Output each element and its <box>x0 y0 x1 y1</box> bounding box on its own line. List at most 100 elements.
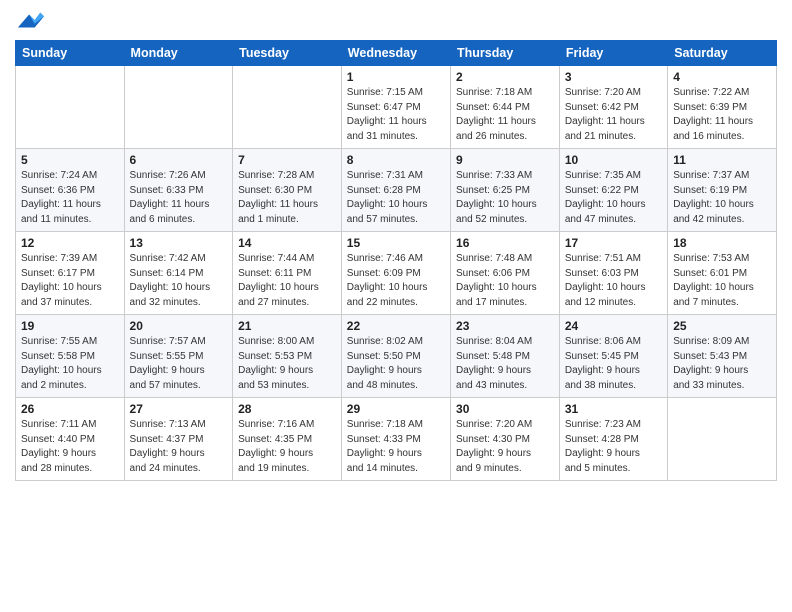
calendar-header-row: SundayMondayTuesdayWednesdayThursdayFrid… <box>16 41 777 66</box>
calendar-cell: 7 Sunrise: 7:28 AM Sunset: 6:30 PM Daylig… <box>233 149 342 232</box>
day-info: Sunrise: 7:20 AM Sunset: 4:30 PM Dayligh… <box>456 418 554 476</box>
calendar-cell <box>124 66 233 149</box>
calendar-cell: 26 Sunrise: 7:11 AM Sunset: 4:40 PM Dayli… <box>16 398 125 481</box>
day-number: 23 <box>456 319 554 333</box>
calendar-cell: 21 Sunrise: 8:00 AM Sunset: 5:53 PM Dayli… <box>233 315 342 398</box>
calendar-cell: 11 Sunrise: 7:37 AM Sunset: 6:19 PM Dayli… <box>668 149 777 232</box>
day-number: 11 <box>673 153 771 167</box>
day-number: 30 <box>456 402 554 416</box>
calendar-cell: 25Sunrise: 8:09 AM Sunset: 5:43 PM Dayli… <box>668 315 777 398</box>
day-info: Sunrise: 8:04 AM Sunset: 5:48 PM Dayligh… <box>456 335 554 393</box>
calendar-week-row: 12Sunrise: 7:39 AM Sunset: 6:17 PM Dayli… <box>16 232 777 315</box>
day-info: Sunrise: 7:44 AM Sunset: 6:11 PM Dayligh… <box>238 252 336 310</box>
calendar-cell: 16Sunrise: 7:48 AM Sunset: 6:06 PM Dayli… <box>451 232 560 315</box>
day-info: Sunrise: 7:53 AM Sunset: 6:01 PM Dayligh… <box>673 252 771 310</box>
calendar-cell: 5 Sunrise: 7:24 AM Sunset: 6:36 PM Daylig… <box>16 149 125 232</box>
day-info: Sunrise: 7:28 AM Sunset: 6:30 PM Dayligh… <box>238 169 336 227</box>
day-number: 3 <box>565 70 662 84</box>
day-number: 20 <box>130 319 228 333</box>
calendar-cell: 1 Sunrise: 7:15 AM Sunset: 6:47 PM Daylig… <box>341 66 450 149</box>
day-number: 14 <box>238 236 336 250</box>
logo-bird-icon <box>16 10 44 32</box>
day-of-week-header: Tuesday <box>233 41 342 66</box>
calendar-cell: 17 Sunrise: 7:51 AM Sunset: 6:03 PM Dayli… <box>559 232 667 315</box>
day-of-week-header: Saturday <box>668 41 777 66</box>
calendar-cell: 23 Sunrise: 8:04 AM Sunset: 5:48 PM Dayli… <box>451 315 560 398</box>
day-info: Sunrise: 7:55 AM Sunset: 5:58 PM Dayligh… <box>21 335 119 393</box>
day-of-week-header: Friday <box>559 41 667 66</box>
day-number: 31 <box>565 402 662 416</box>
day-info: Sunrise: 7:15 AM Sunset: 6:47 PM Dayligh… <box>347 86 445 144</box>
day-number: 28 <box>238 402 336 416</box>
day-info: Sunrise: 7:39 AM Sunset: 6:17 PM Dayligh… <box>21 252 119 310</box>
day-number: 21 <box>238 319 336 333</box>
day-of-week-header: Thursday <box>451 41 560 66</box>
day-info: Sunrise: 7:42 AM Sunset: 6:14 PM Dayligh… <box>130 252 228 310</box>
day-number: 5 <box>21 153 119 167</box>
logo <box>15 10 44 32</box>
day-number: 24 <box>565 319 662 333</box>
day-info: Sunrise: 7:18 AM Sunset: 4:33 PM Dayligh… <box>347 418 445 476</box>
day-number: 4 <box>673 70 771 84</box>
day-info: Sunrise: 7:51 AM Sunset: 6:03 PM Dayligh… <box>565 252 662 310</box>
calendar-cell: 19 Sunrise: 7:55 AM Sunset: 5:58 PM Dayli… <box>16 315 125 398</box>
calendar-cell: 27Sunrise: 7:13 AM Sunset: 4:37 PM Dayli… <box>124 398 233 481</box>
calendar-cell: 12Sunrise: 7:39 AM Sunset: 6:17 PM Dayli… <box>16 232 125 315</box>
day-info: Sunrise: 7:11 AM Sunset: 4:40 PM Dayligh… <box>21 418 119 476</box>
day-number: 27 <box>130 402 228 416</box>
calendar-cell: 2 Sunrise: 7:18 AM Sunset: 6:44 PM Daylig… <box>451 66 560 149</box>
calendar-cell: 28 Sunrise: 7:16 AM Sunset: 4:35 PM Dayli… <box>233 398 342 481</box>
day-number: 15 <box>347 236 445 250</box>
day-of-week-header: Wednesday <box>341 41 450 66</box>
day-number: 1 <box>347 70 445 84</box>
calendar-cell <box>668 398 777 481</box>
day-number: 2 <box>456 70 554 84</box>
day-info: Sunrise: 7:33 AM Sunset: 6:25 PM Dayligh… <box>456 169 554 227</box>
day-number: 13 <box>130 236 228 250</box>
day-number: 9 <box>456 153 554 167</box>
calendar-cell <box>16 66 125 149</box>
day-number: 22 <box>347 319 445 333</box>
calendar-cell: 8Sunrise: 7:31 AM Sunset: 6:28 PM Daylig… <box>341 149 450 232</box>
day-info: Sunrise: 7:18 AM Sunset: 6:44 PM Dayligh… <box>456 86 554 144</box>
day-number: 6 <box>130 153 228 167</box>
calendar-cell: 13 Sunrise: 7:42 AM Sunset: 6:14 PM Dayli… <box>124 232 233 315</box>
day-info: Sunrise: 7:46 AM Sunset: 6:09 PM Dayligh… <box>347 252 445 310</box>
day-number: 10 <box>565 153 662 167</box>
day-info: Sunrise: 7:37 AM Sunset: 6:19 PM Dayligh… <box>673 169 771 227</box>
calendar-cell: 29Sunrise: 7:18 AM Sunset: 4:33 PM Dayli… <box>341 398 450 481</box>
calendar-cell: 24 Sunrise: 8:06 AM Sunset: 5:45 PM Dayli… <box>559 315 667 398</box>
day-info: Sunrise: 7:57 AM Sunset: 5:55 PM Dayligh… <box>130 335 228 393</box>
calendar-cell: 31 Sunrise: 7:23 AM Sunset: 4:28 PM Dayli… <box>559 398 667 481</box>
day-number: 7 <box>238 153 336 167</box>
day-info: Sunrise: 7:24 AM Sunset: 6:36 PM Dayligh… <box>21 169 119 227</box>
day-info: Sunrise: 7:22 AM Sunset: 6:39 PM Dayligh… <box>673 86 771 144</box>
calendar-cell: 6Sunrise: 7:26 AM Sunset: 6:33 PM Daylig… <box>124 149 233 232</box>
calendar-cell: 10Sunrise: 7:35 AM Sunset: 6:22 PM Dayli… <box>559 149 667 232</box>
calendar-cell: 14 Sunrise: 7:44 AM Sunset: 6:11 PM Dayli… <box>233 232 342 315</box>
calendar-week-row: 19 Sunrise: 7:55 AM Sunset: 5:58 PM Dayli… <box>16 315 777 398</box>
calendar-cell: 3 Sunrise: 7:20 AM Sunset: 6:42 PM Daylig… <box>559 66 667 149</box>
calendar-week-row: 1 Sunrise: 7:15 AM Sunset: 6:47 PM Daylig… <box>16 66 777 149</box>
calendar-cell: 4 Sunrise: 7:22 AM Sunset: 6:39 PM Daylig… <box>668 66 777 149</box>
day-number: 26 <box>21 402 119 416</box>
day-number: 17 <box>565 236 662 250</box>
day-of-week-header: Sunday <box>16 41 125 66</box>
page: SundayMondayTuesdayWednesdayThursdayFrid… <box>0 0 792 612</box>
day-info: Sunrise: 7:16 AM Sunset: 4:35 PM Dayligh… <box>238 418 336 476</box>
day-info: Sunrise: 7:31 AM Sunset: 6:28 PM Dayligh… <box>347 169 445 227</box>
day-number: 16 <box>456 236 554 250</box>
day-number: 19 <box>21 319 119 333</box>
calendar-cell: 30 Sunrise: 7:20 AM Sunset: 4:30 PM Dayli… <box>451 398 560 481</box>
calendar-week-row: 26 Sunrise: 7:11 AM Sunset: 4:40 PM Dayli… <box>16 398 777 481</box>
day-of-week-header: Monday <box>124 41 233 66</box>
calendar-cell: 22Sunrise: 8:02 AM Sunset: 5:50 PM Dayli… <box>341 315 450 398</box>
day-info: Sunrise: 7:20 AM Sunset: 6:42 PM Dayligh… <box>565 86 662 144</box>
day-info: Sunrise: 8:06 AM Sunset: 5:45 PM Dayligh… <box>565 335 662 393</box>
day-number: 25 <box>673 319 771 333</box>
day-info: Sunrise: 7:23 AM Sunset: 4:28 PM Dayligh… <box>565 418 662 476</box>
calendar-cell: 9 Sunrise: 7:33 AM Sunset: 6:25 PM Daylig… <box>451 149 560 232</box>
day-number: 18 <box>673 236 771 250</box>
day-info: Sunrise: 8:00 AM Sunset: 5:53 PM Dayligh… <box>238 335 336 393</box>
calendar-cell: 20 Sunrise: 7:57 AM Sunset: 5:55 PM Dayli… <box>124 315 233 398</box>
